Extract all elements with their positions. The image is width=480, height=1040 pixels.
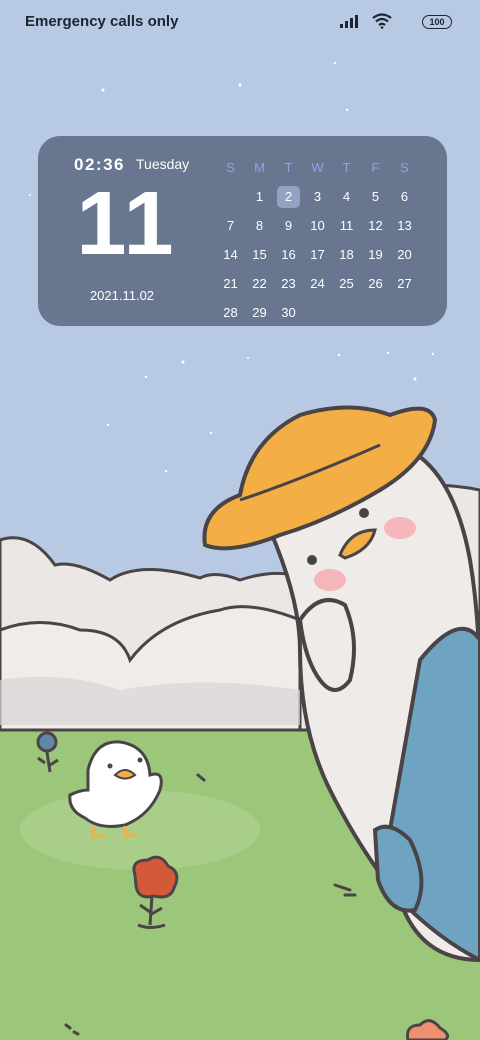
- calendar-day: 9: [284, 218, 293, 233]
- calendar-day: [390, 302, 419, 324]
- calendar-day: 21: [223, 276, 238, 291]
- calendar-header-sun: S: [226, 160, 235, 175]
- calendar-day: 24: [310, 276, 325, 291]
- calendar-day: 7: [226, 218, 235, 233]
- battery-icon: 100: [422, 15, 452, 29]
- calendar-day: 20: [397, 247, 412, 262]
- calendar-day: 23: [281, 276, 296, 291]
- calendar-week: 21 22 23 24 25 26 27: [216, 273, 419, 302]
- calendar-header-wed: W: [311, 160, 324, 175]
- calendar-day: 5: [371, 189, 380, 204]
- calendar-header-row: S M T W T F S: [216, 157, 419, 186]
- calendar-week: 1 2 3 4 5 6: [216, 186, 419, 215]
- calendar-header-sat: S: [400, 160, 409, 175]
- calendar-day: 28: [223, 305, 238, 320]
- signal-bars-icon: [340, 15, 358, 28]
- calendar-day: 22: [252, 276, 267, 291]
- calendar-header-thu: T: [342, 160, 351, 175]
- calendar-day: 4: [342, 189, 351, 204]
- calendar-day: [303, 302, 332, 324]
- calendar-day: 14: [223, 247, 238, 262]
- calendar-day: 6: [400, 189, 409, 204]
- calendar-day: 12: [368, 218, 383, 233]
- carrier-status-text: Emergency calls only: [25, 13, 179, 30]
- calendar-day: 27: [397, 276, 412, 291]
- status-bar: Emergency calls only 100: [0, 0, 480, 44]
- calendar-day-today: 2: [277, 186, 300, 208]
- calendar-day: 11: [339, 218, 354, 233]
- calendar-header-fri: F: [371, 160, 380, 175]
- calendar-day: 30: [281, 305, 296, 320]
- calendar-day: 1: [255, 189, 264, 204]
- calendar-day: 25: [339, 276, 354, 291]
- calendar-day: 8: [255, 218, 264, 233]
- calendar-day: 18: [339, 247, 354, 262]
- calendar-day: 26: [368, 276, 383, 291]
- calendar-week: 7 8 9 10 11 12 13: [216, 215, 419, 244]
- widget-day-number: 11: [76, 174, 176, 274]
- calendar-week: 14 15 16 17 18 19 20: [216, 244, 419, 273]
- calendar-day: 3: [313, 189, 322, 204]
- calendar-header-mon: M: [254, 160, 265, 175]
- calendar-day: 10: [310, 218, 325, 233]
- calendar-day: 15: [252, 247, 267, 262]
- calendar-day: 16: [281, 247, 296, 262]
- clock-calendar-widget[interactable]: 02:36 Tuesday 11 2021.11.02 S M T W T F …: [38, 136, 447, 326]
- calendar-header-tue: T: [284, 160, 293, 175]
- calendar-week: 28 29 30: [216, 302, 419, 331]
- calendar-day: 19: [368, 247, 383, 262]
- calendar-day: [332, 302, 361, 324]
- calendar-day: [361, 302, 390, 324]
- calendar-day: 13: [397, 218, 412, 233]
- widget-date: 2021.11.02: [89, 288, 155, 303]
- calendar-day: [216, 186, 245, 208]
- calendar-day: 17: [310, 247, 325, 262]
- calendar-grid: S M T W T F S 1 2 3 4 5 6 7 8 9 10 11 12…: [216, 157, 419, 331]
- wifi-icon: [372, 13, 392, 29]
- calendar-day: 29: [252, 305, 267, 320]
